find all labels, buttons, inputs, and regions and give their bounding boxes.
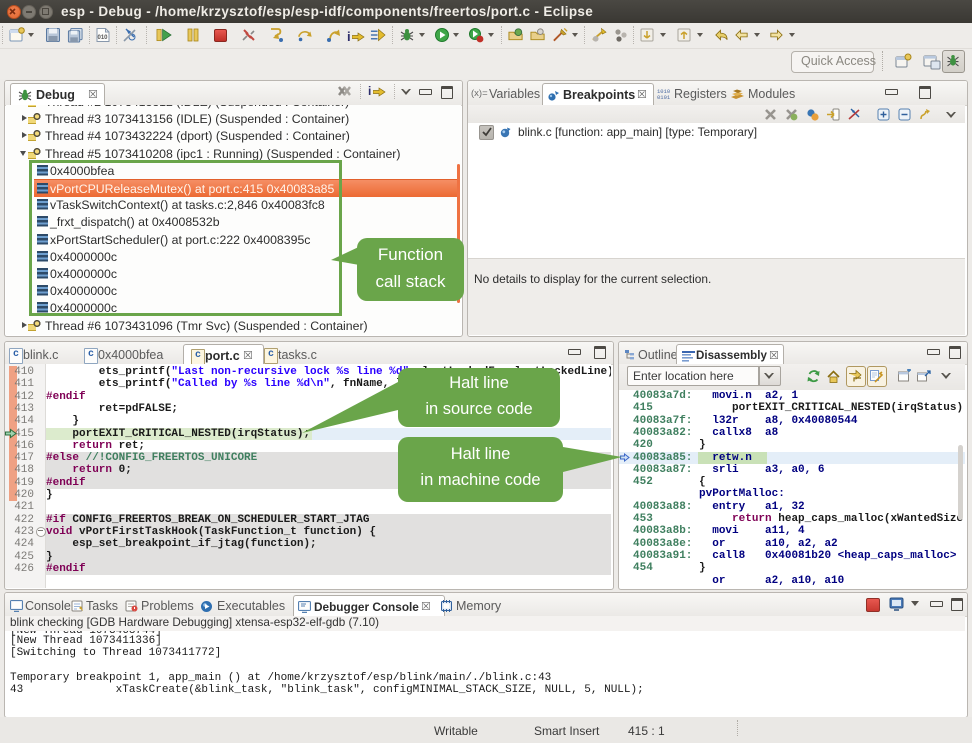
svg-text:010: 010 — [98, 35, 109, 41]
svg-text:0101: 0101 — [657, 94, 671, 100]
